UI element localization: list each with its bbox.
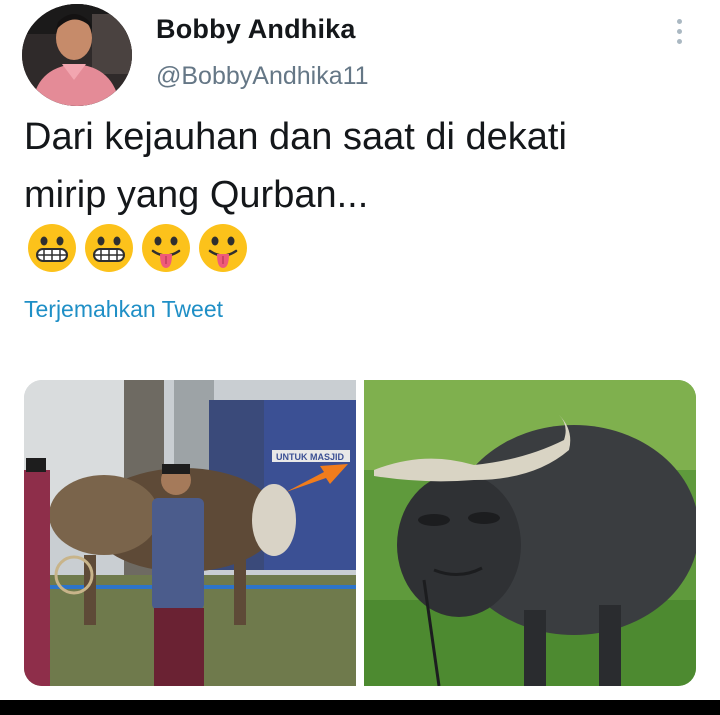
- more-vertical-icon[interactable]: [666, 14, 692, 48]
- tweet-media: UNTUK MASJID: [24, 380, 696, 686]
- grimacing-face-icon: [85, 224, 133, 272]
- tweet-text-line-2: mirip yang Qurban...: [24, 174, 369, 216]
- tweet-card: Bobby Andhika @BobbyAndhika11 Dari kejau…: [0, 0, 720, 700]
- tweet-text: Dari kejauhan dan saat di dekati mirip y…: [24, 108, 704, 224]
- display-name[interactable]: Bobby Andhika: [156, 14, 356, 45]
- media-photo-ceremony[interactable]: UNTUK MASJID: [24, 380, 356, 686]
- avatar-photo: [22, 4, 132, 106]
- translate-tweet-link[interactable]: Terjemahkan Tweet: [24, 296, 223, 323]
- user-handle[interactable]: @BobbyAndhika11: [156, 62, 369, 91]
- ceremony-photo: UNTUK MASJID: [24, 380, 356, 686]
- buffalo-photo: [364, 380, 696, 686]
- tweet-text-line-1: Dari kejauhan dan saat di dekati: [24, 116, 567, 158]
- user-avatar[interactable]: [22, 4, 132, 106]
- ceremony-sign-text: UNTUK MASJID: [276, 452, 345, 462]
- face-with-tongue-icon: [199, 224, 247, 272]
- grimacing-face-icon: [28, 224, 76, 272]
- media-photo-buffalo[interactable]: [364, 380, 696, 686]
- bottom-navigation-bar: [0, 700, 720, 715]
- emoji-row: [26, 222, 249, 274]
- face-with-tongue-icon: [142, 224, 190, 272]
